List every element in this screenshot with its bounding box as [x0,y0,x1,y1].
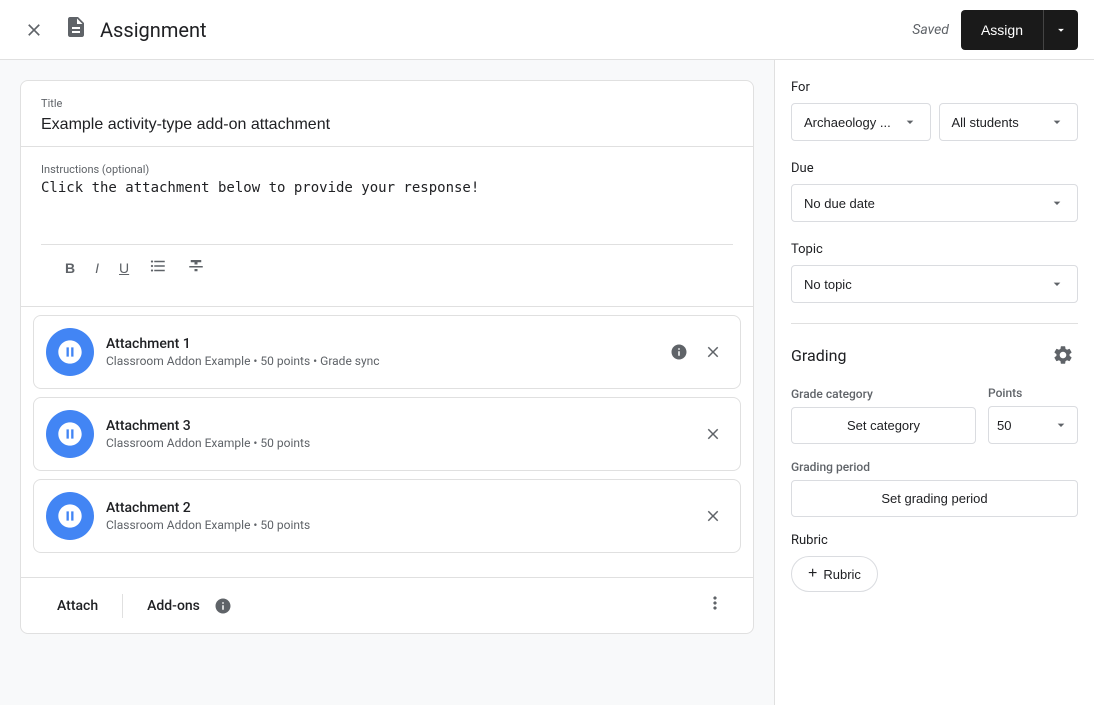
attachments-list: Attachment 1 Classroom Addon Example • 5… [21,307,753,569]
grade-category-row: Grade category Set category Points 50 [791,386,1078,444]
topic-label: Topic [791,242,1078,257]
table-row: Attachment 3 Classroom Addon Example • 5… [33,397,741,471]
attachment-remove-button-2[interactable] [698,419,728,449]
grade-category-label: Grade category [791,387,976,401]
grading-title: Grading [791,346,846,365]
students-dropdown[interactable]: All students [939,103,1079,141]
instructions-label: Instructions (optional) [41,163,733,176]
plus-icon: + [808,565,817,583]
points-label: Points [988,386,1078,400]
page-title: Assignment [100,18,900,42]
attachment-name-1: Attachment 1 [106,336,652,352]
class-dropdown[interactable]: Archaeology ... [791,103,931,141]
attachment-name-2: Attachment 3 [106,418,686,434]
grading-settings-button[interactable] [1048,340,1078,370]
grading-header: Grading [791,340,1078,370]
assign-dropdown-button[interactable] [1043,10,1078,50]
instructions-input[interactable]: Click the attachment below to provide yo… [41,180,733,240]
attachment-meta-2: Classroom Addon Example • 50 points [106,436,686,450]
attachment-icon-2 [46,410,94,458]
doc-icon [64,15,88,45]
for-dropdowns-row: Archaeology ... All students [791,103,1078,141]
attachment-meta-1: Classroom Addon Example • 50 points • Gr… [106,354,652,368]
attachment-icon-1 [46,328,94,376]
addons-label: Add-ons [147,598,200,614]
list-button[interactable] [141,253,175,282]
attachment-meta-3: Classroom Addon Example • 50 points [106,518,686,532]
formatting-toolbar: B I U [41,244,733,290]
table-row: Attachment 1 Classroom Addon Example • 5… [33,315,741,389]
topic-label-text: No topic [804,277,852,292]
attachment-remove-button-3[interactable] [698,501,728,531]
attachment-remove-button-1[interactable] [698,337,728,367]
points-col: Points 50 [988,386,1078,444]
points-value: 50 [997,418,1011,433]
grading-section: Grading Grade category Set category Poin… [791,340,1078,592]
attachment-info-button-1[interactable] [664,337,694,367]
due-section: Due No due date [791,161,1078,222]
main-content: Title Instructions (optional) Click the … [0,60,1094,705]
attachment-info-1: Attachment 1 Classroom Addon Example • 5… [106,336,652,368]
title-section: Title [21,81,753,147]
strikethrough-button[interactable] [179,253,213,282]
right-panel: For Archaeology ... All students Due No … [774,60,1094,705]
title-input[interactable] [41,116,733,134]
attachment-icon-3 [46,492,94,540]
bottom-toolbar: Attach Add-ons [21,577,753,633]
students-dropdown-label: All students [952,115,1019,130]
grading-period-label: Grading period [791,460,1078,474]
more-options-button[interactable] [697,585,733,626]
topic-dropdown[interactable]: No topic [791,265,1078,303]
set-category-button[interactable]: Set category [791,407,976,444]
due-date-label: No due date [804,196,875,211]
for-section: For Archaeology ... All students [791,80,1078,141]
rubric-label: Rubric [791,533,1078,548]
left-panel: Title Instructions (optional) Click the … [0,60,774,705]
set-grading-period-button[interactable]: Set grading period [791,480,1078,517]
underline-button[interactable]: U [111,253,137,282]
title-label: Title [41,97,733,110]
toolbar-divider [122,594,123,618]
instructions-section: Instructions (optional) Click the attach… [21,147,753,307]
attach-button[interactable]: Attach [41,590,114,622]
addons-button[interactable]: Add-ons [131,583,697,629]
table-row: Attachment 2 Classroom Addon Example • 5… [33,479,741,553]
for-label: For [791,80,1078,95]
saved-status: Saved [912,22,949,38]
bold-button[interactable]: B [57,253,83,282]
due-label: Due [791,161,1078,176]
attachment-info-3: Attachment 2 Classroom Addon Example • 5… [106,500,686,532]
attachment-actions-3 [698,501,728,531]
app-header: Assignment Saved Assign [0,0,1094,60]
close-button[interactable] [16,12,52,48]
points-dropdown[interactable]: 50 [988,406,1078,444]
attachment-info-2: Attachment 3 Classroom Addon Example • 5… [106,418,686,450]
attachment-actions-1 [664,337,728,367]
add-rubric-button[interactable]: + Rubric [791,556,878,592]
class-dropdown-label: Archaeology ... [804,115,891,130]
attachment-name-3: Attachment 2 [106,500,686,516]
attachment-actions-2 [698,419,728,449]
due-date-dropdown[interactable]: No due date [791,184,1078,222]
add-rubric-label: Rubric [823,567,861,582]
assignment-card: Title Instructions (optional) Click the … [20,80,754,634]
topic-section: Topic No topic [791,242,1078,303]
assign-button-group: Assign [961,10,1078,50]
italic-button[interactable]: I [87,253,107,282]
section-divider [791,323,1078,324]
grade-category-col: Grade category Set category [791,387,976,444]
assign-button[interactable]: Assign [961,10,1043,50]
addons-info-button[interactable] [208,591,238,621]
